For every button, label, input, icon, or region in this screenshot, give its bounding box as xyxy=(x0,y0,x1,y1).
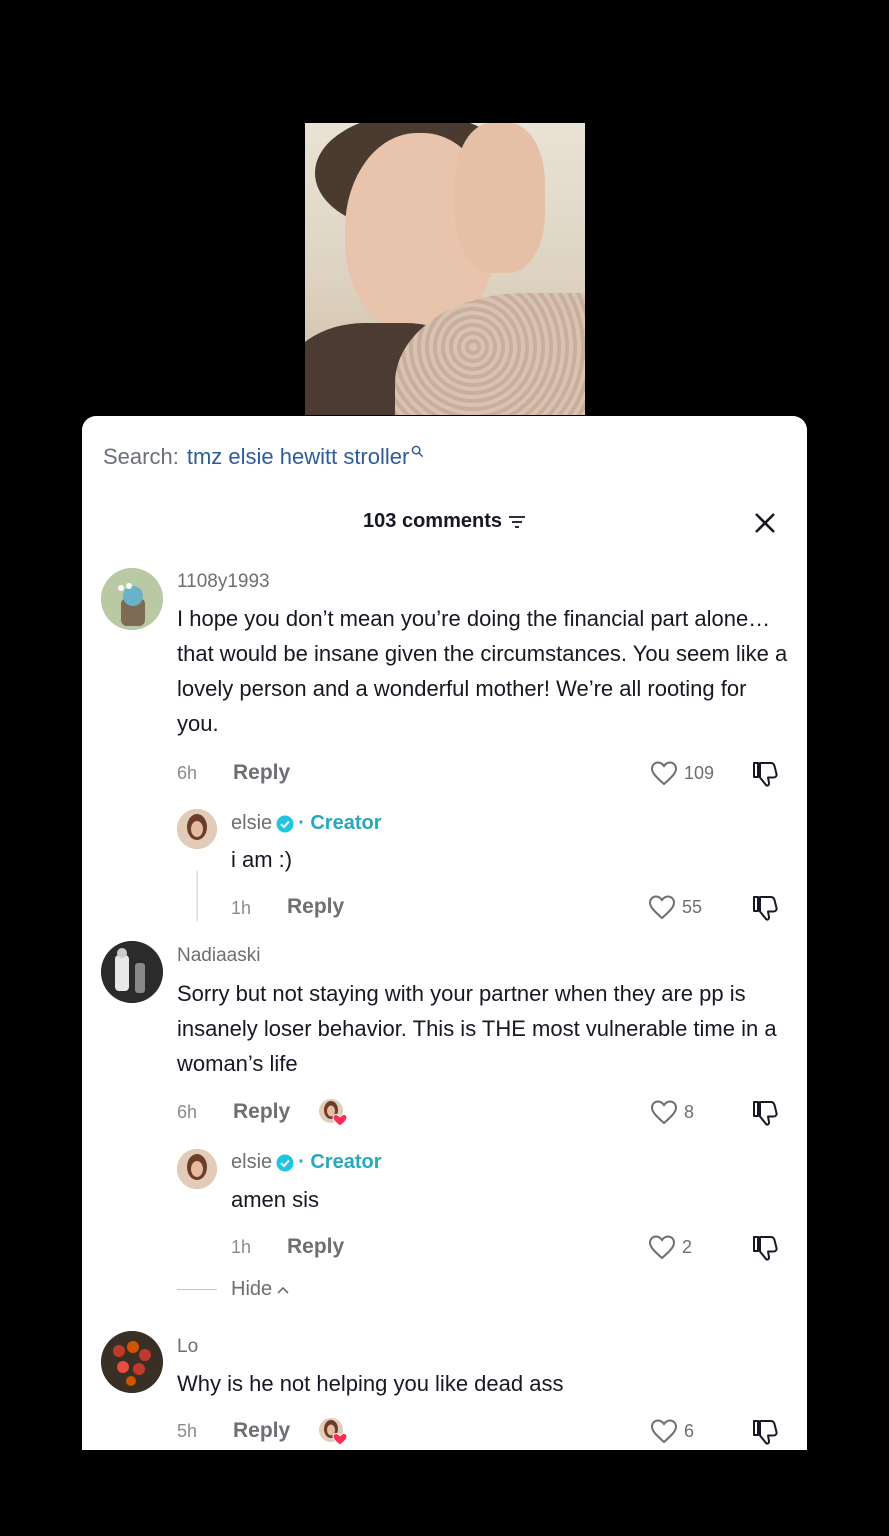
comments-count-header[interactable]: 103 comments xyxy=(82,510,807,533)
reply-header: elsie · Creator xyxy=(231,812,382,835)
comment-username[interactable]: 1108y1993 xyxy=(177,571,270,593)
creator-liked-icon xyxy=(319,1099,348,1127)
avatar-icon xyxy=(101,941,163,1003)
hide-label: Hide xyxy=(231,1278,273,1300)
dislike-icon[interactable] xyxy=(751,760,779,788)
dislike-icon[interactable] xyxy=(751,1418,779,1446)
reply-button[interactable]: Reply xyxy=(233,761,290,785)
reply-header: elsie · Creator xyxy=(231,1151,382,1174)
heart-icon xyxy=(650,761,678,786)
like-button[interactable]: 2 xyxy=(648,1234,692,1260)
video-thumbnail[interactable] xyxy=(305,123,585,415)
comment-count: 103 comments xyxy=(363,510,502,532)
reply-button[interactable]: Reply xyxy=(233,1419,290,1443)
creator-avatar[interactable] xyxy=(177,1149,217,1189)
comment-text: Sorry but not staying with your partner … xyxy=(177,981,777,1076)
comments-sheet: Search: tmz elsie hewitt stroller 103 co… xyxy=(82,416,807,1450)
reply-time: 1h xyxy=(231,898,252,918)
avatar[interactable] xyxy=(101,568,163,630)
avatar-icon xyxy=(101,568,163,630)
avatar-icon xyxy=(101,1331,163,1393)
like-button[interactable]: 55 xyxy=(648,894,702,920)
comment-time: 6h xyxy=(177,1102,198,1122)
reply-button[interactable]: Reply xyxy=(287,1235,344,1259)
creator-liked-icon xyxy=(319,1418,348,1446)
hide-divider xyxy=(177,1289,217,1290)
comment-text: I hope you don’t mean you’re doing the f… xyxy=(177,606,788,736)
verified-badge-icon xyxy=(276,1154,294,1171)
verified-badge-icon xyxy=(276,815,294,832)
avatar[interactable] xyxy=(101,941,163,1003)
creator-avatar[interactable] xyxy=(177,809,217,849)
comment-text: Why is he not helping you like dead ass xyxy=(177,1371,564,1396)
dislike-icon[interactable] xyxy=(751,894,779,922)
heart-icon xyxy=(650,1419,678,1444)
comment-username[interactable]: Nadiaaski xyxy=(177,945,260,967)
like-count: 2 xyxy=(682,1236,693,1257)
like-button[interactable]: 6 xyxy=(650,1418,694,1444)
reply-button[interactable]: Reply xyxy=(287,895,344,919)
reply-time: 1h xyxy=(231,1237,252,1257)
chevron-up-icon xyxy=(277,1286,289,1294)
close-icon[interactable] xyxy=(753,511,777,535)
search-suggestion[interactable]: Search: tmz elsie hewitt stroller xyxy=(103,444,424,470)
like-button[interactable]: 8 xyxy=(650,1099,694,1125)
reply-button[interactable]: Reply xyxy=(233,1100,290,1124)
comment-username[interactable]: Lo xyxy=(177,1336,198,1358)
creator-badge: · Creator xyxy=(298,812,382,834)
like-button[interactable]: 109 xyxy=(650,760,714,786)
avatar[interactable] xyxy=(101,1331,163,1393)
like-count: 55 xyxy=(682,896,703,917)
heart-icon xyxy=(648,1235,676,1260)
like-count: 6 xyxy=(684,1420,695,1441)
dislike-icon[interactable] xyxy=(751,1234,779,1262)
filter-icon[interactable] xyxy=(508,515,526,529)
creator-avatar-icon xyxy=(177,1149,217,1189)
like-count: 109 xyxy=(684,762,715,783)
hide-replies-button[interactable]: Hide xyxy=(177,1278,289,1301)
creator-badge: · Creator xyxy=(298,1151,382,1173)
thumbnail-hand xyxy=(455,123,545,273)
like-count: 8 xyxy=(684,1101,695,1122)
dislike-icon[interactable] xyxy=(751,1099,779,1127)
search-query[interactable]: tmz elsie hewitt stroller xyxy=(187,444,410,470)
reply-username[interactable]: elsie xyxy=(231,812,272,835)
reply-username[interactable]: elsie xyxy=(231,1151,272,1174)
heart-icon xyxy=(648,895,676,920)
search-icon xyxy=(411,445,424,457)
reply-text: i am :) xyxy=(231,847,293,872)
creator-avatar-icon xyxy=(177,809,217,849)
thread-line xyxy=(196,871,198,921)
search-label: Search: xyxy=(103,444,179,469)
reply-text: amen sis xyxy=(231,1187,320,1212)
comment-time: 6h xyxy=(177,763,198,783)
heart-icon xyxy=(650,1100,678,1125)
comment-time: 5h xyxy=(177,1421,198,1441)
